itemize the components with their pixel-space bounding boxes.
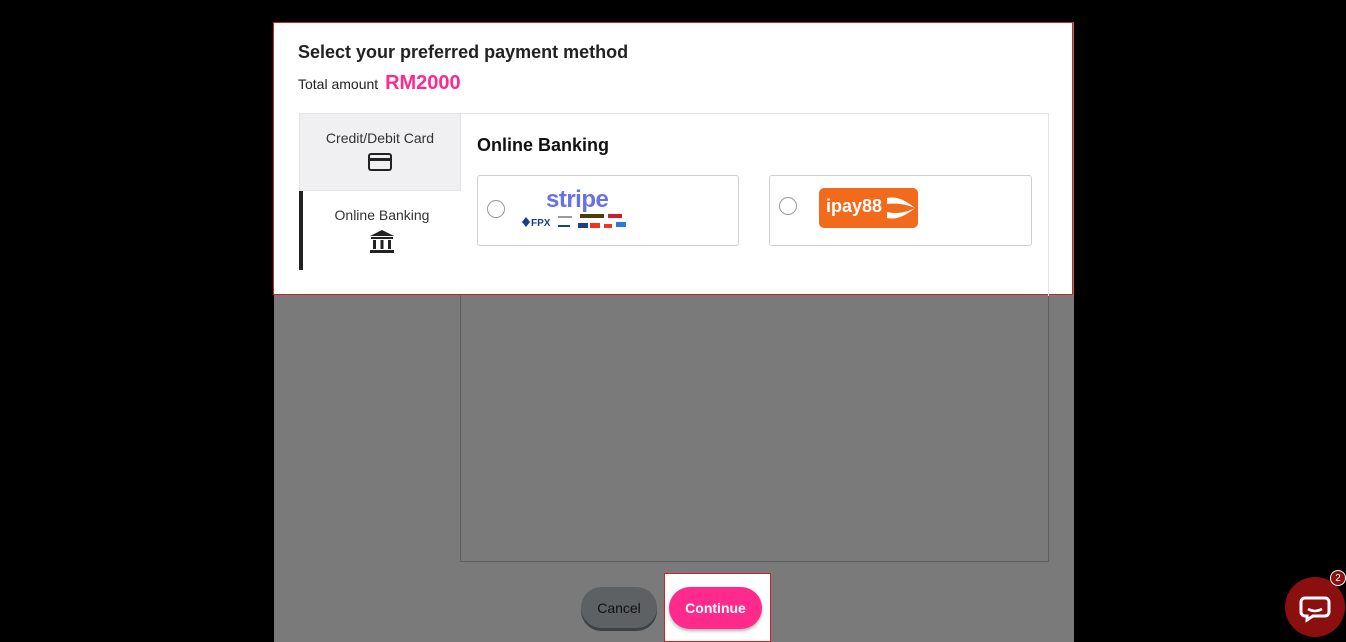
chat-icon bbox=[1299, 596, 1331, 623]
tab-label: Online Banking bbox=[334, 207, 430, 223]
total-amount-row: Total amount RM2000 bbox=[298, 72, 461, 95]
stripe-radio[interactable] bbox=[487, 200, 505, 218]
continue-button[interactable]: Continue bbox=[669, 587, 762, 629]
tab-credit-debit-card[interactable]: Credit/Debit Card bbox=[299, 113, 461, 191]
panel-lower-area bbox=[460, 295, 1049, 562]
total-amount: RM2000 bbox=[385, 72, 461, 94]
payment-method-section: Select your preferred payment method Tot… bbox=[273, 22, 1073, 296]
panel-title: Online Banking bbox=[477, 135, 610, 155]
bank-icon bbox=[370, 230, 394, 253]
payment-tabs: Credit/Debit Card Online Banking bbox=[299, 113, 461, 270]
ipay88-radio[interactable] bbox=[779, 197, 797, 215]
continue-highlight: Continue bbox=[664, 573, 771, 642]
online-banking-panel: Online Banking stripe FPX ipay88 bbox=[461, 113, 1049, 296]
ipay88-logo: ipay88 bbox=[819, 188, 918, 228]
ipay88-option[interactable]: ipay88 bbox=[769, 175, 1032, 246]
ipay88-swoosh-icon bbox=[887, 197, 915, 219]
tab-online-banking[interactable]: Online Banking bbox=[299, 191, 461, 270]
modal-title: Select your preferred payment method bbox=[298, 42, 629, 62]
tab-label: Credit/Debit Card bbox=[325, 130, 435, 146]
stripe-option[interactable]: stripe FPX bbox=[477, 175, 739, 246]
credit-card-icon bbox=[368, 153, 392, 171]
chat-badge: 2 bbox=[1330, 570, 1346, 586]
total-label: Total amount bbox=[298, 76, 379, 92]
cancel-button[interactable]: Cancel bbox=[581, 587, 657, 628]
fpx-text: FPX bbox=[531, 218, 551, 229]
stripe-logo: stripe bbox=[546, 186, 609, 213]
chat-widget-button[interactable] bbox=[1285, 577, 1345, 637]
fpx-banks-logo: FPX bbox=[522, 214, 626, 229]
